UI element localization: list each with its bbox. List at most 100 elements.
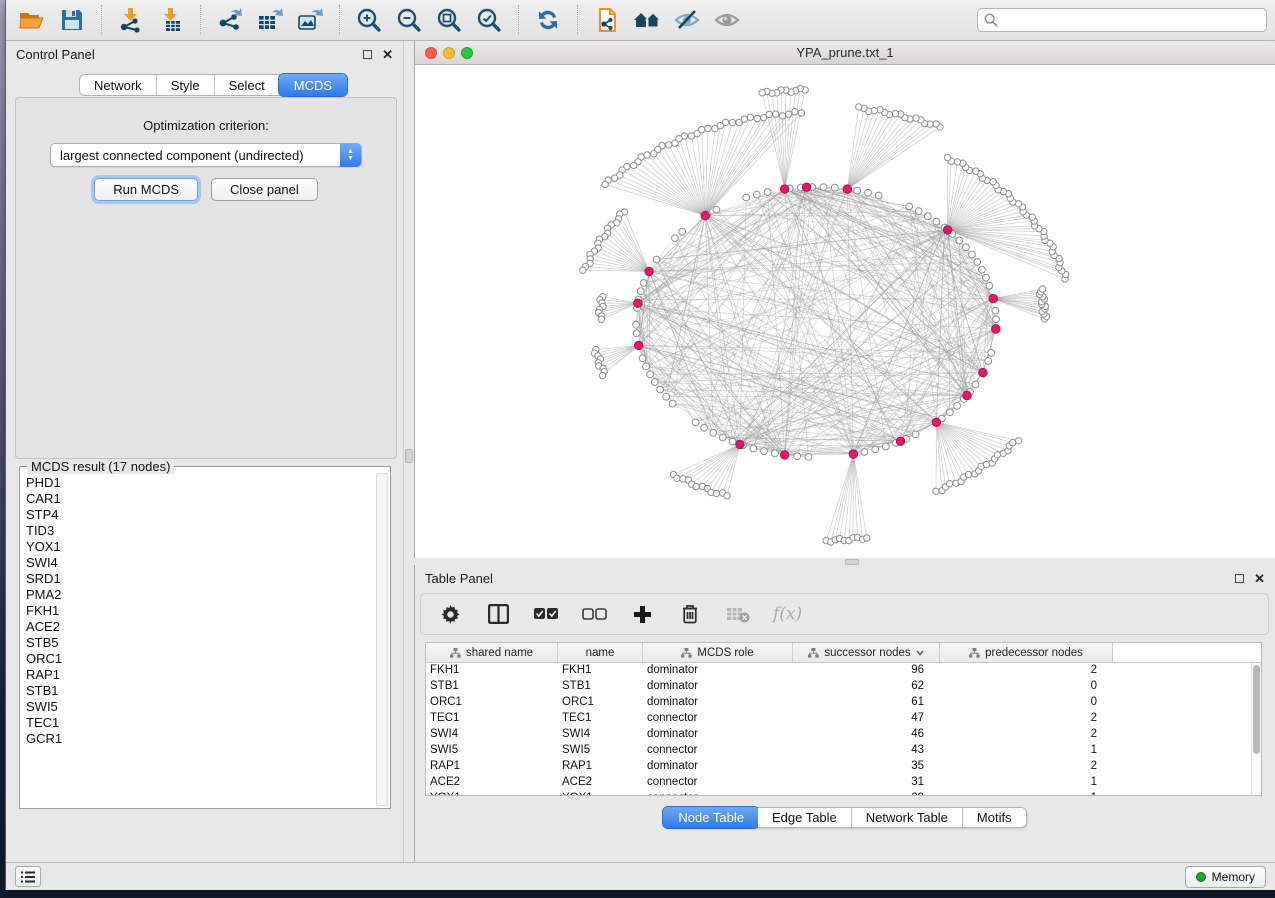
delete-column-button[interactable] — [677, 601, 703, 627]
mcds-result-item[interactable]: STB1 — [24, 683, 374, 699]
mcds-result-item[interactable]: FKH1 — [24, 603, 374, 619]
export-network-button[interactable] — [212, 3, 248, 37]
table-scrollbar[interactable] — [1251, 663, 1261, 795]
function-builder-button[interactable]: f(x) — [773, 604, 802, 624]
mcds-result-list[interactable]: PHD1CAR1STP4TID3YOX1SWI4SRD1PMA2FKH1ACE2… — [24, 475, 374, 806]
tab-node-table[interactable]: Node Table — [663, 807, 759, 828]
mcds-result-item[interactable]: PHD1 — [24, 475, 374, 491]
optimization-criterion-select[interactable]: largest connected component (undirected)… — [50, 143, 362, 167]
minimize-window-icon[interactable] — [443, 47, 455, 59]
add-column-button[interactable] — [629, 601, 655, 627]
log-console-button[interactable] — [15, 866, 41, 887]
mcds-result-item[interactable]: SWI5 — [24, 699, 374, 715]
select-all-button[interactable] — [533, 601, 559, 627]
table-cell: 43 — [793, 743, 940, 759]
float-panel-icon[interactable] — [1235, 574, 1244, 583]
export-arrow-icon — [230, 8, 242, 16]
import-network-button[interactable] — [113, 3, 149, 37]
control-panel: Control Panel ✕ Network Style Select MCD… — [6, 41, 403, 862]
export-table-button[interactable] — [252, 3, 288, 37]
tab-motifs[interactable]: Motifs — [963, 808, 1026, 827]
mcds-result-item[interactable]: STB5 — [24, 635, 374, 651]
close-panel-button[interactable]: Close panel — [211, 178, 318, 201]
save-session-button[interactable] — [54, 3, 90, 37]
table-row[interactable]: STB1STB1dominator620 — [426, 679, 1251, 695]
table-cell: connector — [643, 711, 793, 727]
tab-mcds[interactable]: MCDS — [279, 74, 347, 96]
delete-table-button[interactable] — [725, 601, 751, 627]
mcds-result-item[interactable]: YOX1 — [24, 539, 374, 555]
mcds-result-scrollbar[interactable] — [376, 473, 388, 806]
splitter-handle[interactable] — [405, 449, 413, 463]
deselect-all-button[interactable] — [581, 601, 607, 627]
column-header-predecessor-nodes[interactable]: predecessor nodes — [940, 643, 1113, 662]
mcds-result-item[interactable]: SWI4 — [24, 555, 374, 571]
mcds-result-item[interactable]: PMA2 — [24, 587, 374, 603]
column-settings-button[interactable] — [485, 601, 511, 627]
import-table-button[interactable] — [153, 3, 189, 37]
first-neighbors-button[interactable] — [629, 3, 665, 37]
horizontal-splitter[interactable] — [414, 558, 1275, 565]
mcds-result-item[interactable]: GCR1 — [24, 731, 374, 747]
zoom-out-button[interactable] — [391, 3, 427, 37]
column-header-successor-nodes[interactable]: successor nodes — [793, 643, 940, 662]
zoom-fit-button[interactable] — [431, 3, 467, 37]
tab-select[interactable]: Select — [215, 75, 280, 95]
table-row[interactable]: YOX1YOX1connector291 — [426, 791, 1251, 795]
table-cell: 96 — [793, 663, 940, 679]
zoom-in-button[interactable] — [351, 3, 387, 37]
clone-network-button[interactable] — [589, 3, 625, 37]
table-cell: connector — [643, 791, 793, 795]
close-window-icon[interactable] — [425, 47, 437, 59]
network-graph[interactable] — [415, 65, 1275, 558]
mcds-result-item[interactable]: RAP1 — [24, 667, 374, 683]
tab-style[interactable]: Style — [157, 75, 215, 95]
network-window-title: YPA_prune.txt_1 — [796, 45, 893, 60]
close-panel-icon[interactable]: ✕ — [1254, 574, 1265, 583]
mcds-result-item[interactable]: TEC1 — [24, 715, 374, 731]
network-canvas[interactable] — [415, 65, 1275, 558]
search-field[interactable] — [977, 8, 1267, 32]
scrollbar-thumb[interactable] — [1253, 665, 1260, 754]
mcds-result-item[interactable]: CAR1 — [24, 491, 374, 507]
table-cell: FKH1 — [426, 663, 558, 679]
maximize-window-icon[interactable] — [461, 47, 473, 59]
mcds-result-item[interactable]: SRD1 — [24, 571, 374, 587]
search-input[interactable] — [1002, 13, 1260, 27]
tab-network-table[interactable]: Network Table — [852, 808, 963, 827]
mcds-result-item[interactable]: STP4 — [24, 507, 374, 523]
mcds-result-item[interactable]: ORC1 — [24, 651, 374, 667]
show-all-button[interactable] — [709, 3, 745, 37]
zoom-selected-button[interactable] — [471, 3, 507, 37]
table-row[interactable]: SWI5SWI5connector431 — [426, 743, 1251, 759]
tab-network[interactable]: Network — [80, 75, 157, 95]
table-row[interactable]: RAP1RAP1dominator352 — [426, 759, 1251, 775]
table-cell: RAP1 — [426, 759, 558, 775]
table-row[interactable]: SWI4SWI4dominator462 — [426, 727, 1251, 743]
table-row[interactable]: ACE2ACE2connector311 — [426, 775, 1251, 791]
table-settings-button[interactable] — [437, 601, 463, 627]
close-panel-icon[interactable]: ✕ — [382, 50, 393, 59]
mcds-result-item[interactable]: ACE2 — [24, 619, 374, 635]
mcds-result-item[interactable]: TID3 — [24, 523, 374, 539]
column-header-shared-name[interactable]: shared name — [426, 643, 558, 662]
column-header-name[interactable]: name — [558, 643, 643, 662]
float-panel-icon[interactable] — [363, 50, 372, 59]
hide-selected-button[interactable] — [669, 3, 705, 37]
refresh-button[interactable] — [530, 3, 566, 37]
table-row[interactable]: FKH1FKH1dominator962 — [426, 663, 1251, 679]
vertical-splitter[interactable] — [403, 41, 414, 862]
run-mcds-button[interactable]: Run MCDS — [94, 178, 198, 201]
tab-edge-table[interactable]: Edge Table — [758, 808, 852, 827]
table-row[interactable]: ORC1ORC1dominator610 — [426, 695, 1251, 711]
memory-button[interactable]: Memory — [1185, 866, 1266, 888]
network-window-titlebar[interactable]: YPA_prune.txt_1 — [415, 41, 1275, 65]
memory-label: Memory — [1212, 870, 1255, 884]
table-cell: TEC1 — [426, 711, 558, 727]
column-header-MCDS-role[interactable]: MCDS role — [643, 643, 793, 662]
open-session-button[interactable] — [14, 3, 50, 37]
attribute-type-icon — [969, 648, 980, 658]
columns-icon — [488, 604, 509, 624]
table-row[interactable]: TEC1TEC1connector472 — [426, 711, 1251, 727]
export-image-button[interactable] — [292, 3, 328, 37]
